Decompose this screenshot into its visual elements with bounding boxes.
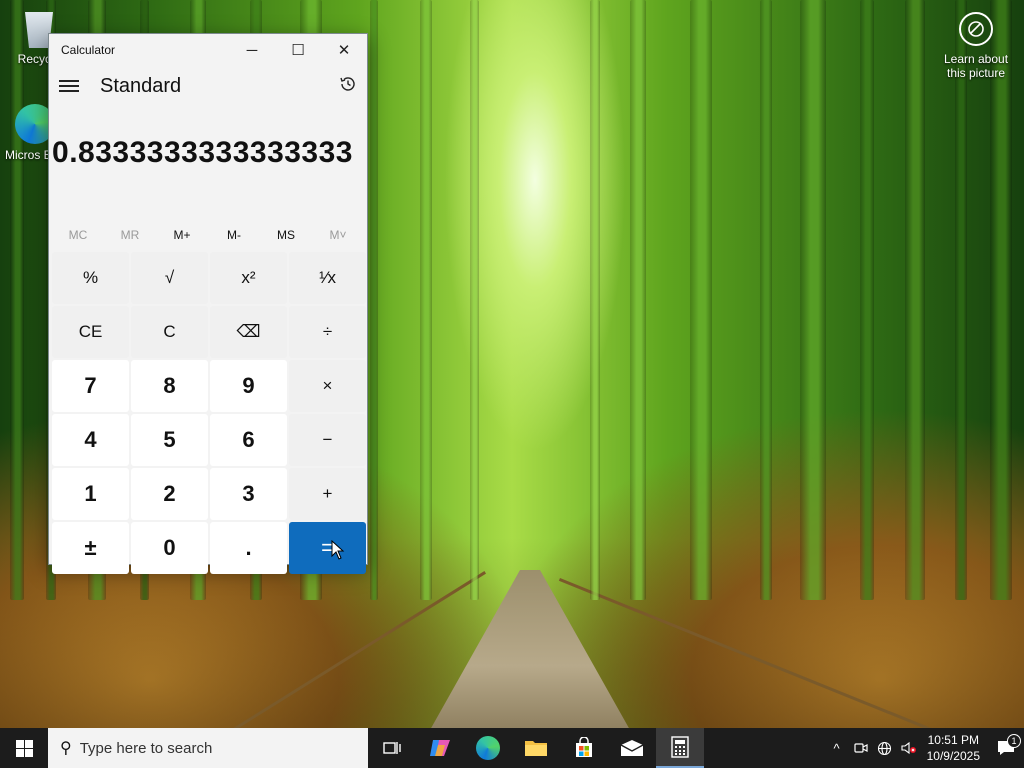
title-bar[interactable]: Calculator ─ ☐ ✕ xyxy=(49,34,367,66)
memory-add-button[interactable]: M+ xyxy=(156,220,208,250)
divide-button[interactable]: ÷ xyxy=(289,306,366,358)
windows-logo-icon xyxy=(15,739,33,757)
microsoft-store-icon[interactable] xyxy=(560,728,608,768)
calculator-header: Standard xyxy=(49,66,367,106)
digit-3-button[interactable]: 3 xyxy=(210,468,287,520)
wallpaper-bamboo-stalk xyxy=(990,0,1012,600)
reciprocal-button[interactable]: ¹⁄x xyxy=(289,252,366,304)
clock-date: 10/9/2025 xyxy=(926,749,980,763)
clock-time: 10:51 PM xyxy=(927,733,979,747)
decimal-button[interactable]: . xyxy=(210,522,287,574)
memory-subtract-button[interactable]: M- xyxy=(208,220,260,250)
wallpaper-bamboo-stalk xyxy=(470,0,479,600)
network-globe-icon[interactable] xyxy=(873,741,897,756)
negate-button[interactable]: ± xyxy=(52,522,129,574)
square-button[interactable]: x² xyxy=(210,252,287,304)
learn-about-picture[interactable]: Learn about this picture xyxy=(938,12,1014,80)
calculator-window: Calculator ─ ☐ ✕ Standard 0.833333333333… xyxy=(48,33,368,574)
digit-1-button[interactable]: 1 xyxy=(52,468,129,520)
digit-8-button[interactable]: 8 xyxy=(131,360,208,412)
wallpaper-bamboo-stalk xyxy=(690,0,712,600)
search-placeholder: Type here to search xyxy=(79,739,213,757)
result-display: 0.8333333333333333 xyxy=(52,136,353,169)
hamburger-menu-icon[interactable] xyxy=(59,80,79,92)
equals-button[interactable]: = xyxy=(289,522,366,574)
memory-store-button[interactable]: MS xyxy=(260,220,312,250)
digit-9-button[interactable]: 9 xyxy=(210,360,287,412)
maximize-button[interactable]: ☐ xyxy=(275,34,321,66)
taskbar-search-box[interactable]: ⚲ Type here to search xyxy=(48,728,368,768)
wallpaper-bamboo-stalk xyxy=(590,0,600,600)
memory-clear-button[interactable]: MC xyxy=(52,220,104,250)
wallpaper-bamboo-stalk xyxy=(630,0,646,600)
digit-5-button[interactable]: 5 xyxy=(131,414,208,466)
chevron-up-icon[interactable]: ^ xyxy=(825,741,849,756)
clear-button[interactable]: C xyxy=(131,306,208,358)
memory-list-button[interactable]: M˅ xyxy=(312,220,364,250)
wallpaper-bamboo-stalk xyxy=(860,0,874,600)
digit-2-button[interactable]: 2 xyxy=(131,468,208,520)
percent-button[interactable]: % xyxy=(52,252,129,304)
digit-6-button[interactable]: 6 xyxy=(210,414,287,466)
file-explorer-icon[interactable] xyxy=(512,728,560,768)
task-view-icon[interactable] xyxy=(368,728,416,768)
subtract-button[interactable]: − xyxy=(289,414,366,466)
wallpaper-bamboo-stalk xyxy=(800,0,826,600)
notification-count-badge: 1 xyxy=(1007,734,1021,748)
volume-muted-icon[interactable] xyxy=(897,741,921,755)
memory-row: MC MR M+ M- MS M˅ xyxy=(49,220,367,250)
wallpaper-bamboo-stalk xyxy=(10,0,24,600)
keypad: % √ x² ¹⁄x CE C ⌫ ÷ 7 8 9 × 4 5 6− 1 2 3 + ±0. = xyxy=(49,250,367,576)
mail-icon[interactable] xyxy=(608,728,656,768)
copilot-icon[interactable] xyxy=(416,728,464,768)
learn-about-line1: Learn about xyxy=(943,52,1009,66)
calculator-icon[interactable] xyxy=(656,728,704,768)
wallpaper-bamboo-stalk xyxy=(955,0,967,600)
taskbar-clock[interactable]: 10:51 PM 10/9/2025 xyxy=(921,732,988,764)
digit-7-button[interactable]: 7 xyxy=(52,360,129,412)
mouse-cursor-icon xyxy=(331,540,345,560)
wallpaper-bamboo-stalk xyxy=(905,0,925,600)
start-button[interactable] xyxy=(0,728,48,768)
minimize-button[interactable]: ─ xyxy=(229,34,275,66)
sqrt-button[interactable]: √ xyxy=(131,252,208,304)
backspace-button[interactable]: ⌫ xyxy=(210,306,287,358)
memory-recall-button[interactable]: MR xyxy=(104,220,156,250)
add-button[interactable]: + xyxy=(289,468,366,520)
notification-center-icon[interactable]: 1 xyxy=(988,734,1024,757)
digit-4-button[interactable]: 4 xyxy=(52,414,129,466)
window-title: Calculator xyxy=(61,43,116,57)
wallpaper-bamboo-stalk xyxy=(370,0,378,600)
digit-0-button[interactable]: 0 xyxy=(131,522,208,574)
search-icon: ⚲ xyxy=(60,740,72,757)
wallpaper-bamboo-stalk xyxy=(420,0,432,600)
taskbar: ⚲ Type here to search ^ 10:51 PM 10/9/20 xyxy=(0,728,1024,768)
mode-title: Standard xyxy=(100,74,182,97)
history-icon[interactable] xyxy=(339,75,357,98)
edge-icon[interactable] xyxy=(464,728,512,768)
learn-about-line2: this picture xyxy=(946,66,1006,80)
camera-lens-icon xyxy=(959,12,993,46)
system-tray: ^ 10:51 PM 10/9/2025 1 xyxy=(825,728,1024,768)
close-button[interactable]: ✕ xyxy=(321,34,367,66)
wallpaper-bamboo-stalk xyxy=(760,0,772,600)
multiply-button[interactable]: × xyxy=(289,360,366,412)
meet-now-icon[interactable] xyxy=(849,741,873,755)
clear-entry-button[interactable]: CE xyxy=(52,306,129,358)
